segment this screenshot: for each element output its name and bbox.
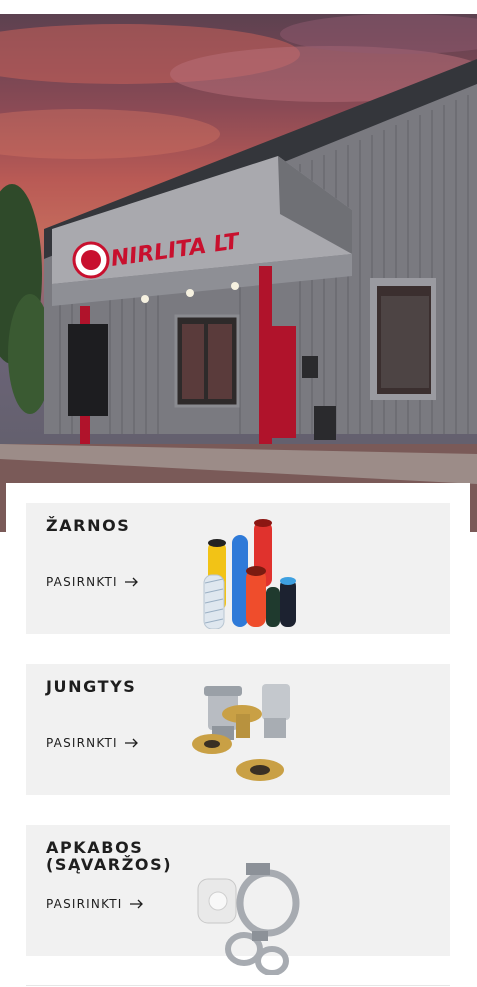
select-link[interactable]: PASIRINKTI bbox=[46, 897, 144, 911]
select-link-label: PASIRNKTI bbox=[46, 736, 118, 750]
arrow-right-icon bbox=[124, 577, 138, 587]
arrow-right-icon bbox=[129, 899, 143, 909]
category-title: ŽARNOS bbox=[46, 516, 131, 535]
category-card-hoses[interactable]: ŽARNOS PASIRNKTI bbox=[26, 503, 450, 634]
divider bbox=[26, 985, 450, 986]
storefront-illustration: NIRLITA LT bbox=[0, 14, 477, 532]
category-card-clamps[interactable]: APKABOS (SĄVARŽOS) PASIRINKTI bbox=[26, 825, 450, 975]
arrow-right-icon bbox=[124, 738, 138, 748]
category-title: APKABOS (SĄVARŽOS) bbox=[46, 838, 173, 874]
select-link-label: PASIRNKTI bbox=[46, 575, 118, 589]
select-link[interactable]: PASIRNKTI bbox=[46, 736, 139, 750]
category-card-couplings[interactable]: JUNGTYS PASIRNKTI bbox=[26, 664, 450, 795]
clamps-image bbox=[197, 863, 300, 975]
couplings-image bbox=[192, 684, 290, 781]
hero-storefront-image: NIRLITA LT bbox=[0, 14, 477, 532]
select-link-label: PASIRINKTI bbox=[46, 897, 123, 911]
select-link[interactable]: PASIRNKTI bbox=[46, 575, 139, 589]
category-title: JUNGTYS bbox=[46, 677, 137, 696]
hoses-image bbox=[203, 519, 296, 629]
